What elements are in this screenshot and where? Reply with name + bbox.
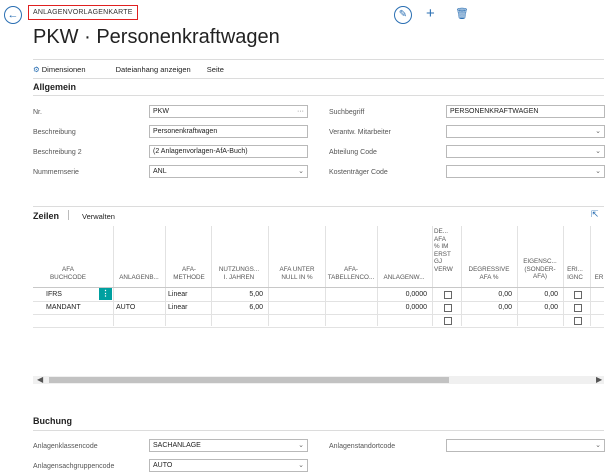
seite-action[interactable]: Seite [207, 65, 224, 74]
grid-line [33, 314, 604, 315]
back-arrow-icon[interactable]: ← [4, 6, 22, 24]
verantw-select[interactable]: ⌄ [446, 125, 605, 138]
grid-line [563, 226, 564, 326]
cell-anlagenb[interactable]: AUTO [116, 302, 135, 313]
divider [33, 59, 604, 60]
col-anlagenb[interactable]: ANLAGENB... [114, 274, 164, 282]
cell-buchcode[interactable]: MANDANT [42, 302, 112, 313]
cell-buchcode[interactable]: IFRS [42, 289, 97, 300]
scroll-right-icon[interactable]: ▶ [596, 375, 602, 384]
abteilung-select[interactable]: ⌄ [446, 145, 605, 158]
dimensions-icon: ⚙ [33, 65, 40, 74]
beschreibung2-label: Beschreibung 2 [33, 149, 82, 156]
grid-line [325, 226, 326, 326]
separator [68, 210, 69, 220]
cell-anlagenwert[interactable]: 0,0000 [378, 289, 427, 300]
cell-methode[interactable]: Linear [168, 302, 187, 313]
verantw-label: Verantw. Mitarbeiter [329, 129, 391, 136]
col-er[interactable]: ER [592, 274, 605, 282]
dimensionen-action[interactable]: ⚙ Dimensionen [33, 65, 100, 74]
grid-line [165, 226, 166, 326]
verwalten-action[interactable]: Verwalten [82, 212, 115, 221]
grid-line [590, 226, 591, 326]
grid-line [432, 226, 433, 326]
chevron-down-icon: ⌄ [595, 128, 601, 135]
checkbox[interactable] [444, 304, 452, 312]
chevron-down-icon: ⌄ [595, 442, 601, 449]
col-afa-buchcode[interactable]: AFA BUCHCODE [42, 266, 94, 281]
anlagensachgruppencode-label: Anlagensachgruppencode [33, 463, 115, 470]
chevron-down-icon: ⌄ [595, 148, 601, 155]
cell-degressive[interactable]: 0,00 [462, 302, 512, 313]
kostentraeger-select[interactable]: ⌄ [446, 165, 605, 178]
anlagenstandortcode-label: Anlagenstandortcode [329, 443, 396, 450]
kostentraeger-label: Kostenträger Code [329, 169, 388, 176]
anlagenklassencode-select[interactable]: SACHANLAGE ⌄ [149, 439, 308, 452]
scrollbar-thumb[interactable] [49, 377, 449, 383]
checkbox[interactable] [574, 304, 582, 312]
anlagensachgruppencode-select[interactable]: AUTO ⌄ [149, 459, 308, 472]
col-afa-methode[interactable]: AFA- METHODE [166, 266, 212, 281]
cell-eigensc[interactable]: 0,00 [518, 302, 558, 313]
checkbox[interactable] [444, 291, 452, 299]
allgemein-heading: Allgemein [33, 82, 77, 92]
anlagenstandortcode-select[interactable]: ⌄ [446, 439, 605, 452]
col-degressive-afa[interactable]: DEGRESSIVE AFA % [462, 266, 516, 281]
col-anlagenwert[interactable]: ANLAGENW... [378, 274, 430, 282]
grid-line [33, 327, 604, 328]
beschreibung-label: Beschreibung [33, 129, 76, 136]
chevron-down-icon: ⌄ [298, 168, 304, 175]
abteilung-label: Abteilung Code [329, 149, 377, 156]
scroll-left-icon[interactable]: ◀ [37, 375, 43, 384]
table-row[interactable]: IFRS [42, 289, 97, 300]
col-afa-unter-null[interactable]: AFA UNTER NULL IN % [270, 266, 324, 281]
checkbox[interactable] [574, 291, 582, 299]
checkbox[interactable] [574, 317, 582, 325]
suchbegriff-label: Suchbegriff [329, 109, 365, 116]
grid-line [113, 226, 114, 326]
page-title: PKW · Personenkraftwagen [33, 26, 280, 48]
chevron-down-icon: ⌄ [298, 462, 304, 469]
cell-nutzung[interactable]: 6,00 [212, 302, 263, 313]
page-breadcrumb: ANLAGENVORLAGENKARTE [28, 5, 138, 20]
buchung-heading: Buchung [33, 416, 72, 426]
suchbegriff-field[interactable]: PERSONENKRAFTWAGEN [446, 105, 605, 118]
grid-line [268, 226, 269, 326]
cell-degressive[interactable]: 0,00 [462, 289, 512, 300]
divider [33, 95, 604, 96]
row-menu-icon[interactable]: ⋮ [99, 288, 112, 300]
nummernserie-label: Nummernserie [33, 169, 79, 176]
col-eri[interactable]: ERI... IGNC [564, 266, 586, 281]
checkbox[interactable] [444, 317, 452, 325]
cell-nutzung[interactable]: 5,00 [212, 289, 263, 300]
col-nutzungsdauer[interactable]: NUTZUNGS... I. JAHREN [212, 266, 266, 281]
anlagenklassencode-label: Anlagenklassencode [33, 443, 98, 450]
nr-label: Nr. [33, 109, 42, 116]
beschreibung-field[interactable]: Personenkraftwagen [149, 125, 308, 138]
beschreibung2-field[interactable]: (2 Anlagenvorlagen-AfA-Buch) [149, 145, 308, 158]
cell-anlagenwert[interactable]: 0,0000 [378, 302, 427, 313]
expand-icon[interactable]: ⇱ [591, 209, 599, 220]
delete-trash-icon[interactable]: 🗑 [455, 6, 469, 22]
col-afa-tabellencode[interactable]: AFA- TABELLENCO... [326, 266, 376, 281]
cell-eigensc[interactable]: 0,00 [518, 289, 558, 300]
nr-field[interactable]: PKW ··· [149, 105, 308, 118]
chevron-down-icon: ⌄ [298, 442, 304, 449]
col-degressive-afa-erst-gj[interactable]: DE... AFA % IM ERST GJ VERW [434, 228, 456, 273]
table-row[interactable]: MANDANT [42, 302, 112, 313]
zeilen-heading: Zeilen [33, 211, 60, 221]
chevron-down-icon: ⌄ [595, 168, 601, 175]
lookup-dots-icon[interactable]: ··· [297, 106, 304, 117]
col-eigenschaft-sonder-afa[interactable]: EIGENSC... (SONDER- AFA) [518, 258, 562, 281]
divider [33, 430, 604, 431]
action-bar: ⚙ Dimensionen Dateianhang anzeigen Seite [33, 65, 238, 74]
cell-methode[interactable]: Linear [168, 289, 187, 300]
edit-pencil-icon[interactable]: ✎ [394, 6, 412, 24]
divider [33, 78, 604, 79]
dateianhang-action[interactable]: Dateianhang anzeigen [116, 65, 191, 74]
add-plus-icon[interactable]: + [426, 6, 435, 22]
grid-header-line [33, 287, 604, 288]
divider [33, 206, 604, 207]
nummernserie-select[interactable]: ANL ⌄ [149, 165, 308, 178]
